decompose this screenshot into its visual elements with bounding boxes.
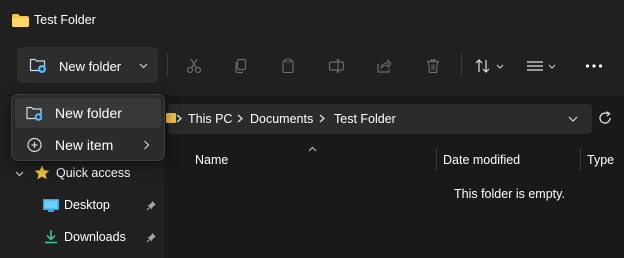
chevron-right-icon — [176, 114, 182, 123]
share-icon — [377, 59, 392, 73]
copy-icon — [235, 58, 247, 74]
column-header-label: Name — [195, 153, 229, 167]
delete-button[interactable] — [418, 52, 448, 80]
sidebar-item-label: Desktop — [64, 198, 110, 212]
add-icon — [27, 137, 42, 153]
command-bar: New folder — [0, 44, 624, 88]
chevron-right-icon — [144, 140, 150, 150]
sidebar-item-quick-access[interactable]: Quick access — [0, 158, 164, 188]
window-title: Test Folder — [34, 13, 96, 27]
menu-item-label: New folder — [55, 105, 122, 121]
sidebar-item-downloads[interactable]: Downloads — [0, 222, 164, 252]
address-bar[interactable]: This PC Documents Test Folder — [166, 104, 592, 134]
column-header-label: Date modified — [443, 153, 521, 167]
new-menu: New folder New item — [11, 94, 165, 161]
paste-button[interactable] — [273, 52, 303, 80]
sidebar-item-label: Quick access — [56, 166, 131, 180]
new-folder-icon — [26, 106, 43, 121]
new-button[interactable]: New folder — [17, 47, 158, 83]
new-folder-icon — [29, 58, 46, 73]
desktop-icon — [43, 199, 59, 212]
chevron-right-icon — [319, 114, 325, 123]
menu-item-label: New item — [55, 137, 114, 153]
star-icon — [34, 165, 50, 180]
toolbar-separator — [167, 53, 168, 77]
copy-button[interactable] — [226, 52, 256, 80]
chevron-down-icon[interactable] — [15, 169, 24, 178]
chevron-right-icon — [237, 114, 243, 123]
empty-folder-message: This folder is empty. — [454, 187, 565, 201]
menu-item-new-folder[interactable]: New folder — [15, 98, 161, 128]
chevron-down-icon — [139, 63, 148, 69]
sort-icon — [475, 59, 504, 73]
pin-icon — [146, 201, 156, 211]
column-header-label: Type — [587, 153, 615, 167]
pin-icon — [146, 233, 156, 243]
sort-button[interactable] — [470, 52, 510, 80]
share-button[interactable] — [369, 52, 399, 80]
column-header-date-modified[interactable]: Date modified — [437, 146, 580, 172]
new-button-label: New folder — [59, 59, 122, 74]
paste-icon — [282, 58, 294, 74]
more-icon — [585, 64, 603, 68]
sidebar-item-label: Downloads — [64, 230, 126, 244]
rename-button[interactable] — [322, 52, 352, 80]
view-icon — [527, 61, 556, 71]
column-header-type[interactable]: Type — [581, 146, 624, 172]
column-header-name[interactable]: Name — [180, 146, 436, 172]
download-icon — [45, 230, 57, 244]
title-bar: Test Folder — [0, 0, 624, 44]
refresh-icon[interactable] — [598, 111, 612, 125]
cut-button[interactable] — [179, 52, 209, 80]
delete-icon — [427, 59, 439, 74]
more-options-button[interactable] — [579, 52, 609, 80]
rename-icon — [328, 59, 345, 73]
toolbar-separator — [461, 53, 462, 77]
breadcrumb-documents[interactable]: Documents — [250, 112, 313, 126]
cut-icon — [186, 58, 202, 74]
menu-item-new-item[interactable]: New item — [15, 130, 161, 160]
view-button[interactable] — [521, 52, 561, 80]
folder-icon — [12, 14, 29, 27]
breadcrumb-this-pc[interactable]: This PC — [188, 112, 232, 126]
sidebar-item-desktop[interactable]: Desktop — [0, 190, 164, 220]
chevron-down-icon[interactable] — [568, 115, 578, 123]
breadcrumb-test-folder[interactable]: Test Folder — [334, 112, 396, 126]
